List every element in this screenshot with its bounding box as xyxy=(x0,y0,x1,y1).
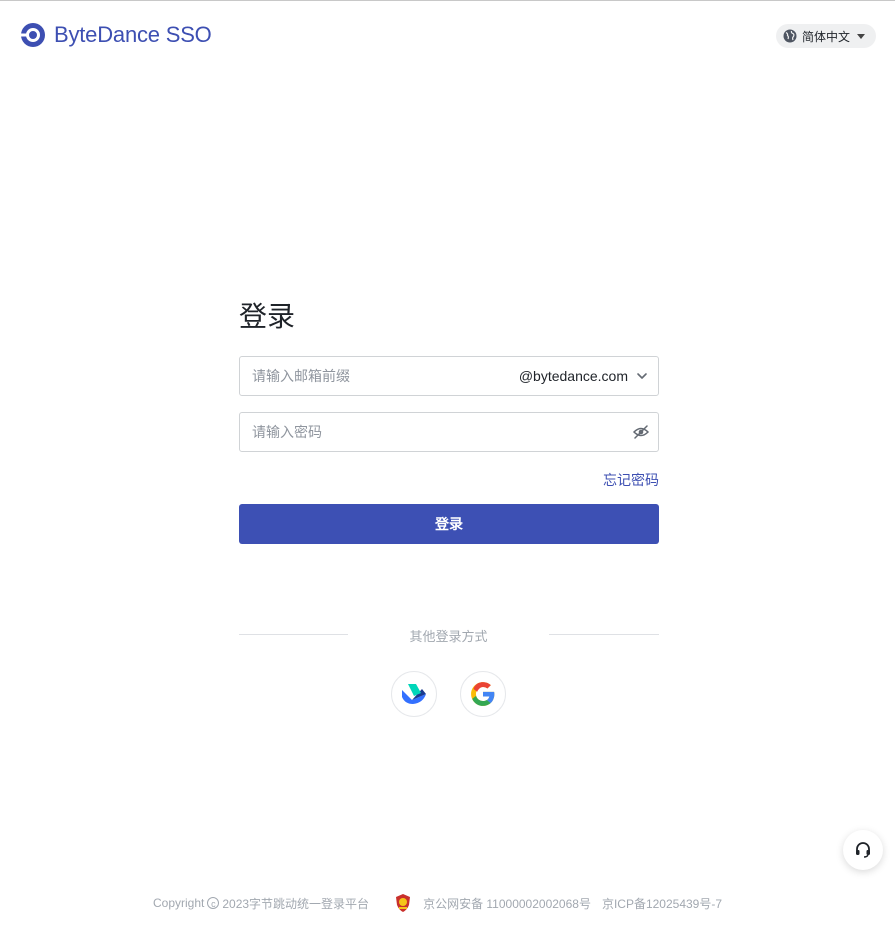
email-domain-select[interactable]: @bytedance.com xyxy=(519,357,658,395)
copyright-symbol: c xyxy=(207,897,220,909)
divider-right xyxy=(549,634,659,635)
eye-off-icon[interactable] xyxy=(632,423,650,441)
public-security-record-link[interactable]: 京公网安备 11000002002068号 xyxy=(423,895,591,912)
password-field xyxy=(239,412,659,452)
email-domain-value: @bytedance.com xyxy=(518,368,628,384)
brand[interactable]: ByteDance SSO xyxy=(20,22,212,48)
lark-icon xyxy=(402,684,426,704)
forgot-password-link[interactable]: 忘记密码 xyxy=(603,470,659,490)
email-prefix-input[interactable] xyxy=(240,357,519,395)
divider-left xyxy=(239,634,348,635)
brand-name: ByteDance SSO xyxy=(54,22,212,47)
caret-down-icon xyxy=(857,33,866,39)
footer: Copyright c 2023字节跳动统一登录平台 京公网安备 1100000… xyxy=(153,892,722,914)
email-field: @bytedance.com xyxy=(239,356,659,396)
google-icon xyxy=(471,682,495,706)
customer-support-button[interactable] xyxy=(843,830,883,870)
lark-login-button[interactable] xyxy=(391,671,437,717)
language-label: 简体中文 xyxy=(802,29,851,44)
chevron-down-icon xyxy=(637,373,647,379)
password-input[interactable] xyxy=(240,413,632,451)
login-title: 登录 xyxy=(239,301,296,332)
other-login-label: 其他登录方式 xyxy=(409,629,488,644)
icp-record-link[interactable]: 京ICP备12025439号-7 xyxy=(602,895,722,912)
police-badge-icon xyxy=(396,894,411,912)
browser-top-rule xyxy=(0,0,895,4)
language-switcher[interactable]: 简体中文 xyxy=(776,24,876,48)
headset-icon xyxy=(856,842,870,858)
globe-icon xyxy=(783,29,797,43)
login-button[interactable]: 登录 xyxy=(239,504,659,544)
google-login-button[interactable] xyxy=(460,671,506,717)
bytedance-sso-logo-icon xyxy=(20,23,45,47)
copyright-text: 2023字节跳动统一登录平台 xyxy=(222,896,370,911)
copyright-prefix: Copyright xyxy=(153,896,205,910)
